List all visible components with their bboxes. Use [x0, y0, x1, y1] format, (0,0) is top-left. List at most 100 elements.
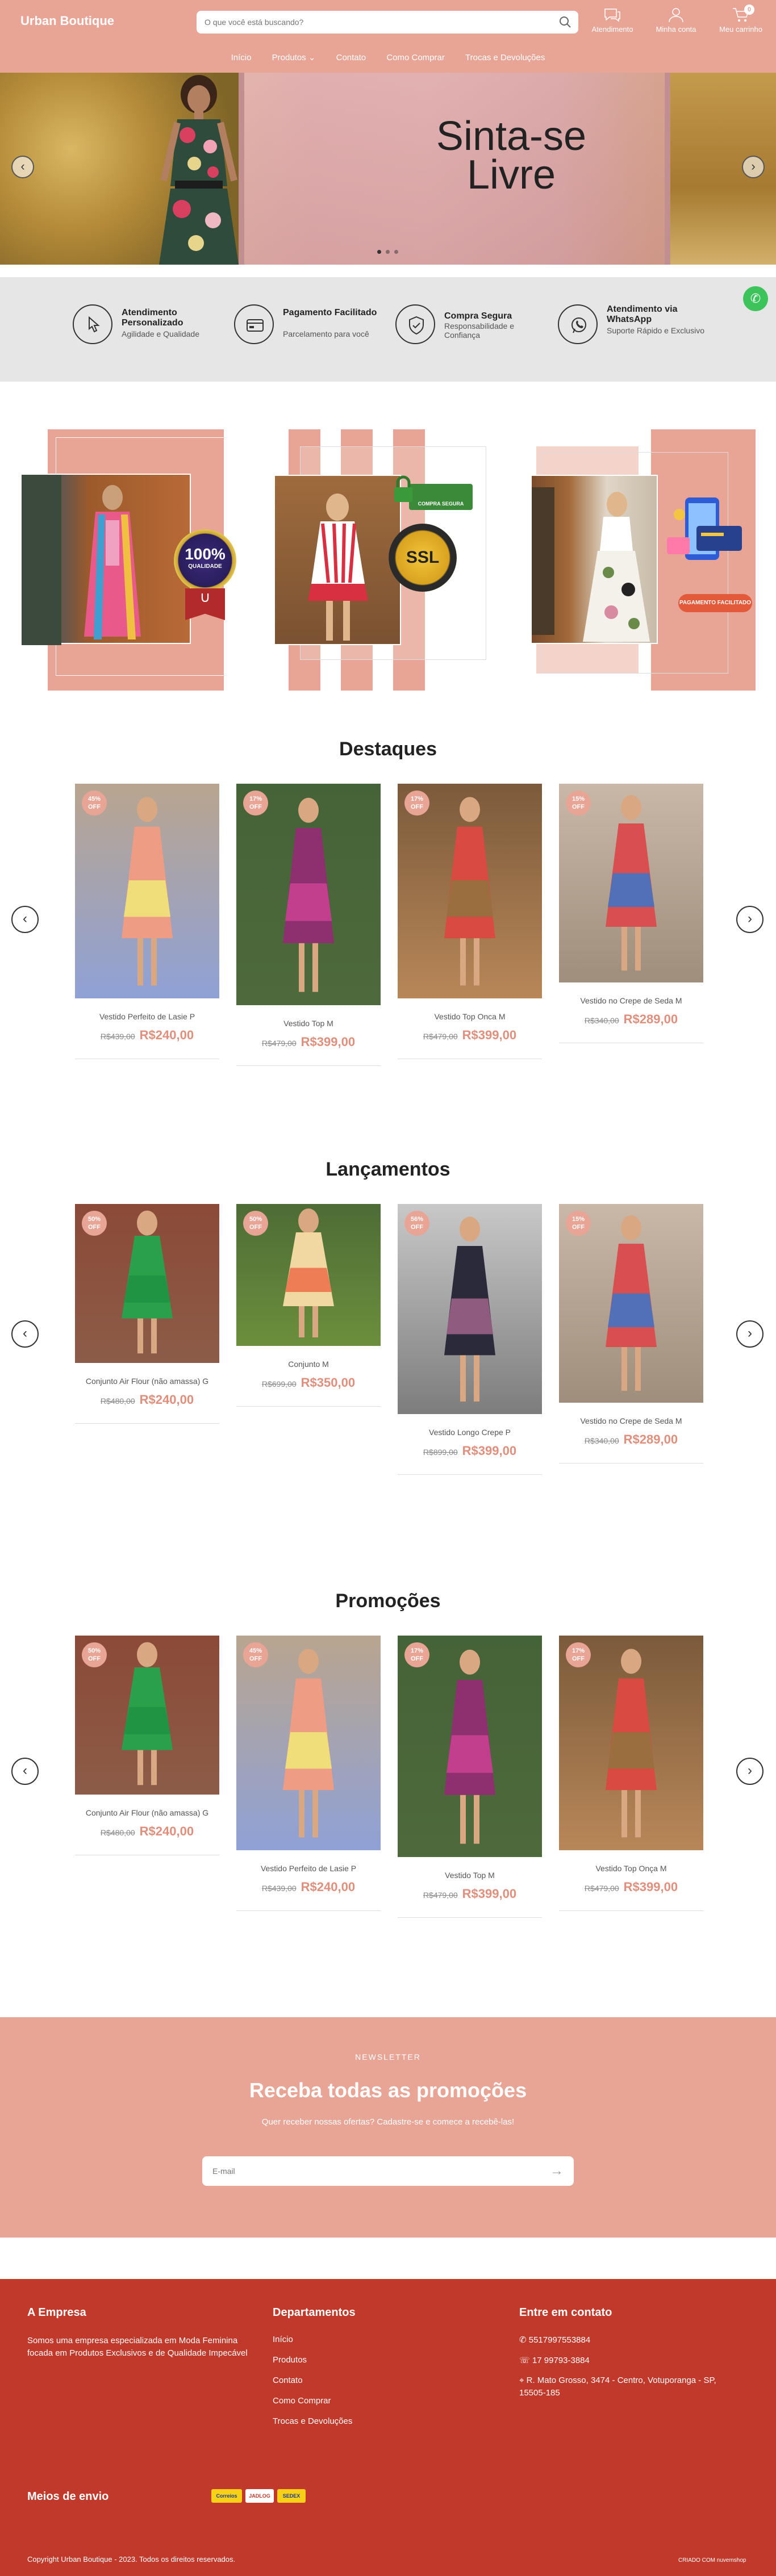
footer-link-inicio[interactable]: Início: [273, 2335, 293, 2344]
product-prices: R$699,00 R$350,00: [236, 1375, 381, 1390]
product-name[interactable]: Vestido Top Onça M: [559, 1864, 703, 1873]
product-image[interactable]: 45% OFF: [236, 1636, 381, 1850]
banner-qualidade[interactable]: 100% QUALIDADE ∪: [20, 429, 262, 691]
product-image[interactable]: 50% OFF: [75, 1204, 219, 1363]
hero-slider[interactable]: Sinta-se Livre ‹ ›: [0, 73, 776, 265]
product-name[interactable]: Vestido Top M: [398, 1871, 542, 1880]
product-name[interactable]: Vestido Top M: [236, 1019, 381, 1028]
search-input[interactable]: [205, 11, 545, 34]
product-name[interactable]: Vestido Perfeito de Lasie P: [236, 1864, 381, 1873]
benefit-icon-circle: [395, 304, 435, 344]
product-prices: R$479,00 R$399,00: [236, 1035, 381, 1049]
nav-produtos[interactable]: Produtos ⌄: [272, 53, 316, 62]
product-image[interactable]: 17% OFF: [236, 784, 381, 1005]
benefit-title: Atendimento via WhatsApp: [607, 304, 678, 324]
carousel-next-button[interactable]: ›: [736, 1320, 764, 1348]
nav-como-comprar[interactable]: Como Comprar: [386, 53, 445, 62]
hero-next-button[interactable]: ›: [742, 156, 765, 178]
product-card[interactable]: 15% OFF Vestido no Crepe de Seda M R$340,0…: [559, 784, 703, 1043]
product-name[interactable]: Vestido Top Onca M: [398, 1012, 542, 1021]
product-card[interactable]: 15% OFF Vestido no Crepe de Seda M R$340,0…: [559, 1204, 703, 1463]
product-card[interactable]: 17% OFF Vestido Top M R$479,00 R$399,00: [398, 1636, 542, 1918]
product-name[interactable]: Vestido Perfeito de Lasie P: [75, 1012, 219, 1021]
product-old-price: R$340,00: [584, 1436, 619, 1445]
hero-headline: Sinta-se Livre: [364, 116, 659, 195]
product-old-price: R$480,00: [100, 1396, 135, 1406]
product-card[interactable]: 50% OFF Conjunto M R$699,00 R$350,00: [236, 1204, 381, 1407]
ssl-seal: SSL: [389, 524, 457, 592]
search-bar[interactable]: [197, 11, 578, 34]
footer-link-trocas[interactable]: Trocas e Devoluções: [273, 2416, 352, 2426]
product-prices: R$340,00 R$289,00: [559, 1432, 703, 1447]
discount-badge: 17% OFF: [404, 1642, 429, 1667]
product-card[interactable]: 45% OFF Vestido Perfeito de Lasie P R$439,…: [236, 1636, 381, 1911]
banner-photo: [531, 475, 658, 644]
newsletter-email-input[interactable]: [212, 2156, 531, 2186]
hero-dot-2[interactable]: [386, 250, 390, 254]
product-card[interactable]: 45% OFF Vestido Perfeito de Lasie P R$439,…: [75, 784, 219, 1059]
product-card[interactable]: 50% OFF Conjunto Air Flour (não amassa) G…: [75, 1204, 219, 1424]
product-name[interactable]: Vestido no Crepe de Seda M: [559, 996, 703, 1005]
store-logo[interactable]: Urban Boutique: [20, 14, 114, 28]
product-image[interactable]: 15% OFF: [559, 1204, 703, 1403]
phone-payment-icon: [667, 497, 742, 560]
shipping-correios-logo: Correios: [211, 2489, 242, 2503]
benefits-bar: Atendimento Personalizado Agilidade e Qu…: [0, 277, 776, 382]
header-cart[interactable]: Meu carrinho: [712, 7, 769, 34]
footer-whatsapp[interactable]: ✆ 5517997553884: [519, 2335, 590, 2345]
footer-company-title: A Empresa: [27, 2306, 86, 2319]
product-image[interactable]: 50% OFF: [75, 1636, 219, 1795]
header-account[interactable]: Minha conta: [648, 7, 704, 34]
hero-prev-button[interactable]: ‹: [11, 156, 34, 178]
product-model-image: [444, 1649, 495, 1844]
header-chat[interactable]: Atendimento: [584, 7, 641, 34]
product-name[interactable]: Conjunto M: [236, 1360, 381, 1369]
product-image[interactable]: 56% OFF: [398, 1204, 542, 1414]
product-name[interactable]: Vestido Longo Crepe P: [398, 1428, 542, 1437]
product-image[interactable]: 15% OFF: [559, 784, 703, 982]
nav-trocas[interactable]: Trocas e Devoluções: [465, 53, 545, 62]
product-card[interactable]: 17% OFF Vestido Top M R$479,00 R$399,00: [236, 784, 381, 1066]
carousel-prev-button[interactable]: ‹: [11, 1320, 39, 1348]
hero-model-image: [159, 75, 239, 265]
product-name[interactable]: Conjunto Air Flour (não amassa) G: [75, 1808, 219, 1817]
nav-inicio[interactable]: Início: [231, 53, 252, 62]
product-card[interactable]: 56% OFF Vestido Longo Crepe P R$899,00 R$39…: [398, 1204, 542, 1475]
product-card[interactable]: 17% OFF Vestido Top Onça M R$479,00 R$399,0…: [559, 1636, 703, 1911]
carousel-next-button[interactable]: ›: [736, 906, 764, 933]
footer-phone[interactable]: ☏ 17 99793-3884: [519, 2355, 590, 2365]
benefit-subtitle: Parcelamento para você: [283, 329, 369, 338]
product-prices: R$479,00 R$399,00: [398, 1887, 542, 1901]
carousel-next-button[interactable]: ›: [736, 1758, 764, 1785]
arrow-right-icon[interactable]: →: [550, 2163, 564, 2179]
main-nav: Início Produtos ⌄ Contato Como Comprar T…: [0, 52, 776, 62]
product-card[interactable]: 50% OFF Conjunto Air Flour (não amassa) G…: [75, 1636, 219, 1855]
product-image[interactable]: 17% OFF: [398, 784, 542, 998]
whatsapp-float-button[interactable]: ✆: [743, 286, 768, 311]
product-card[interactable]: 17% OFF Vestido Top Onca M R$479,00 R$399,0…: [398, 784, 542, 1059]
banner-pagamento[interactable]: PAGAMENTO FACILITADO: [514, 429, 756, 691]
hero-dot-1[interactable]: [377, 250, 381, 254]
product-old-price: R$340,00: [584, 1016, 619, 1025]
product-name[interactable]: Vestido no Crepe de Seda M: [559, 1416, 703, 1425]
nav-contato[interactable]: Contato: [336, 53, 366, 62]
hero-dot-3[interactable]: [394, 250, 398, 254]
footer-link-como-comprar[interactable]: Como Comprar: [273, 2396, 331, 2406]
search-icon[interactable]: [559, 16, 571, 28]
newsletter-form[interactable]: →: [202, 2156, 574, 2186]
product-image[interactable]: 45% OFF: [75, 784, 219, 998]
discount-badge: 50% OFF: [82, 1211, 107, 1236]
footer-link-produtos[interactable]: Produtos: [273, 2355, 307, 2365]
benefit-title: Pagamento Facilitado: [283, 308, 377, 317]
product-name[interactable]: Conjunto Air Flour (não amassa) G: [75, 1377, 219, 1386]
secure-purchase-badge: COMPRA SEGURA: [409, 484, 473, 510]
footer-link-contato[interactable]: Contato: [273, 2376, 303, 2385]
product-image[interactable]: 17% OFF: [398, 1636, 542, 1857]
product-image[interactable]: 50% OFF: [236, 1204, 381, 1346]
carousel-prev-button[interactable]: ‹: [11, 906, 39, 933]
footer-credits[interactable]: CRIADO COM nuvemshop: [678, 2557, 746, 2564]
banner-compra-segura[interactable]: COMPRA SEGURA SSL: [267, 429, 509, 691]
product-image[interactable]: 17% OFF: [559, 1636, 703, 1850]
carousel-prev-button[interactable]: ‹: [11, 1758, 39, 1785]
product-divider: [75, 1423, 219, 1424]
